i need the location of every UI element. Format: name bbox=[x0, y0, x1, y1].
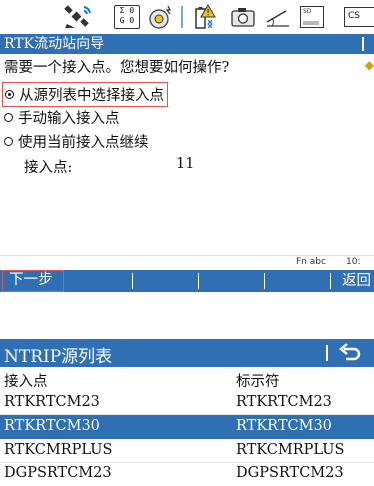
table-row[interactable]: RTKCMRPLUS RTKCMRPLUS bbox=[0, 439, 374, 463]
wizard-title-bar: RTK流动站向导 bbox=[0, 34, 374, 54]
battery-warning-icon[interactable] bbox=[192, 4, 218, 30]
status-separator bbox=[181, 6, 183, 28]
sv-count-icon[interactable]: Σ 0 G 0 bbox=[113, 4, 141, 30]
satellite-icon[interactable] bbox=[62, 4, 96, 30]
title-divider bbox=[362, 37, 364, 51]
table-header: 接入点 标示符 bbox=[0, 370, 374, 390]
access-point-label: 接入点: bbox=[24, 160, 73, 176]
table-row[interactable]: RTKRTCM23 RTKRTCM23 bbox=[0, 391, 374, 415]
column-header-mountpoint: 接入点 bbox=[4, 374, 48, 390]
camera-icon[interactable] bbox=[228, 4, 258, 30]
input-mode-indicator: Fn abc bbox=[296, 257, 326, 267]
softkey-divider bbox=[264, 273, 265, 289]
table-row-selected[interactable]: RTKRTCM30 RTKRTCM30 bbox=[0, 415, 374, 439]
cs-label: CS bbox=[344, 7, 374, 27]
sv-bottom-text: G 0 bbox=[119, 16, 135, 25]
sd-label: SD bbox=[303, 8, 312, 15]
access-point-value: 11 bbox=[176, 156, 195, 172]
cell-mountpoint: DGPSRTCM23 bbox=[4, 465, 112, 481]
softkey-divider bbox=[132, 273, 133, 289]
table-row[interactable]: DGPSRTCM23 DGPSRTCM23 bbox=[0, 462, 374, 486]
return-arrow-icon[interactable] bbox=[338, 342, 362, 368]
sd-card-icon[interactable]: SD bbox=[297, 4, 327, 30]
tilt-icon[interactable] bbox=[264, 4, 292, 30]
option-label: 手动输入接入点 bbox=[18, 111, 120, 127]
radio-icon[interactable] bbox=[4, 113, 13, 122]
softkey-divider bbox=[198, 273, 199, 289]
radio-selected-icon[interactable] bbox=[5, 90, 14, 99]
info-line: Fn abc 10: bbox=[0, 255, 374, 270]
back-button[interactable]: 返回 bbox=[342, 270, 371, 292]
status-bar: Σ 0 G 0 SD CS bbox=[0, 0, 374, 34]
cell-mountpoint: RTKRTCM30 bbox=[4, 418, 100, 434]
cell-mountpoint: RTKCMRPLUS bbox=[4, 442, 113, 458]
title-divider bbox=[326, 345, 328, 361]
column-header-identifier: 标示符 bbox=[236, 374, 280, 390]
wizard-question: 需要一个接入点。您想要如何操作? bbox=[4, 60, 230, 76]
next-button[interactable]: 下一步 bbox=[2, 270, 64, 292]
softkey-bar: 下一步 返回 bbox=[0, 270, 374, 292]
radio-link-icon[interactable] bbox=[148, 4, 176, 30]
radio-icon[interactable] bbox=[4, 137, 13, 146]
cell-identifier: RTKCMRPLUS bbox=[236, 442, 345, 458]
cs-icon[interactable]: CS bbox=[344, 4, 374, 30]
option-label: 使用当前接入点继续 bbox=[18, 135, 149, 151]
ntrip-title-bar: NTRIP源列表 bbox=[0, 339, 374, 367]
hint-marker-icon: ◆ bbox=[364, 58, 374, 72]
cell-identifier: DGPSRTCM23 bbox=[236, 465, 344, 481]
option-select-from-sourcetable[interactable]: 从源列表中选择接入点 bbox=[2, 82, 168, 107]
clock: 10: bbox=[346, 257, 361, 267]
cell-identifier: RTKRTCM30 bbox=[236, 418, 332, 434]
option-use-current[interactable]: 使用当前接入点继续 bbox=[4, 131, 149, 152]
option-manual-entry[interactable]: 手动输入接入点 bbox=[4, 107, 120, 128]
option-label: 从源列表中选择接入点 bbox=[19, 88, 164, 104]
cell-identifier: RTKRTCM23 bbox=[236, 394, 332, 410]
wizard-title: RTK流动站向导 bbox=[4, 36, 105, 52]
ntrip-title: NTRIP源列表 bbox=[4, 347, 113, 367]
cell-mountpoint: RTKRTCM23 bbox=[4, 394, 100, 410]
sv-top-text: Σ 0 bbox=[119, 6, 135, 15]
softkey-divider bbox=[330, 273, 331, 289]
